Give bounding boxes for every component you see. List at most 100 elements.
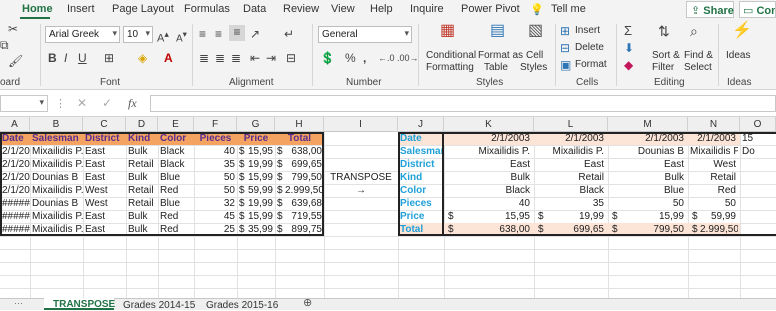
left-table-cell[interactable]: 25 bbox=[194, 223, 237, 236]
tab-home[interactable]: Home bbox=[22, 3, 53, 15]
delete-cells-button[interactable]: ⊟ Delete bbox=[560, 41, 612, 55]
add-sheet-icon[interactable]: ⊕ bbox=[303, 298, 312, 309]
right-table-cell[interactable]: 15 bbox=[740, 132, 776, 145]
left-table-cell[interactable]: 15,99 bbox=[245, 210, 275, 223]
format-as-table-button[interactable]: ▤ Format as Table bbox=[478, 22, 523, 74]
column-header[interactable]: G bbox=[237, 117, 275, 132]
tab-insert[interactable]: Insert bbox=[67, 3, 95, 15]
percent-icon[interactable]: % bbox=[345, 51, 356, 65]
decrease-indent-icon[interactable]: ⇤ bbox=[250, 51, 260, 65]
left-table-cell[interactable]: Black bbox=[158, 145, 194, 158]
left-table-cell[interactable]: 719,55 bbox=[283, 210, 324, 223]
right-table-cell[interactable]: Bulk bbox=[444, 171, 532, 184]
left-table-cell[interactable]: East bbox=[83, 210, 126, 223]
accounting-format-icon[interactable]: 💲 bbox=[320, 51, 335, 65]
increase-decimal-icon[interactable]: ←.0 bbox=[378, 51, 395, 65]
increase-font-icon[interactable]: A▴ bbox=[157, 27, 169, 46]
right-table-cell[interactable]: Dounias B bbox=[608, 145, 686, 158]
find-select-button[interactable]: ⌕ Find & Select bbox=[682, 22, 713, 74]
left-table-cell[interactable]: Mixailidis P. bbox=[30, 184, 83, 197]
align-bottom-icon[interactable]: ≡ bbox=[229, 25, 245, 41]
right-table-cell[interactable]: 15,99 bbox=[618, 210, 686, 223]
right-table-cell[interactable]: 799,50 bbox=[618, 223, 686, 236]
left-table-cell[interactable]: ######## bbox=[0, 223, 30, 236]
transpose-label[interactable]: TRANSPOSE bbox=[324, 171, 398, 184]
right-table-row-label[interactable]: District bbox=[398, 158, 444, 171]
right-table-cell[interactable]: 40 bbox=[444, 197, 532, 210]
left-table-cell[interactable]: 15,99 bbox=[245, 171, 275, 184]
sheet-tab-grades-2014-15[interactable]: Grades 2014-15 bbox=[123, 300, 195, 311]
left-table-cell[interactable]: Bulk bbox=[126, 223, 158, 236]
right-table-cell[interactable]: 699,65 bbox=[544, 223, 606, 236]
cut-icon[interactable]: ✂ bbox=[8, 22, 18, 36]
sort-filter-button[interactable]: ⇅ Sort & Filter bbox=[650, 22, 680, 74]
decrease-decimal-icon[interactable]: .00→ bbox=[397, 51, 419, 65]
right-table-cell[interactable]: Black bbox=[444, 184, 532, 197]
right-table-cell[interactable]: Bulk bbox=[608, 171, 686, 184]
format-painter-icon[interactable]: 🖌 bbox=[8, 54, 23, 68]
italic-icon[interactable]: I bbox=[64, 51, 67, 65]
share-button[interactable]: ⇪ Share bbox=[686, 1, 734, 18]
right-table-row-label[interactable]: Salesman bbox=[398, 145, 444, 158]
left-table-cell[interactable]: Black bbox=[158, 158, 194, 171]
left-table-cell[interactable]: East bbox=[83, 158, 126, 171]
column-header[interactable]: B bbox=[30, 117, 83, 132]
right-table-cell[interactable] bbox=[740, 197, 776, 210]
fill-icon[interactable]: ⬇ bbox=[624, 41, 634, 55]
left-table-cell[interactable]: Dounias B bbox=[30, 197, 83, 210]
right-table-cell[interactable]: 638,00 bbox=[454, 223, 532, 236]
right-table-cell[interactable]: Mixailidis P. bbox=[688, 145, 738, 158]
left-table-cell[interactable]: West bbox=[83, 184, 126, 197]
column-header[interactable]: E bbox=[158, 117, 194, 132]
right-table-row-label[interactable]: Date bbox=[398, 132, 444, 145]
left-table-cell[interactable]: 50 bbox=[194, 171, 237, 184]
column-header[interactable]: J bbox=[398, 117, 444, 132]
right-table-cell[interactable] bbox=[740, 184, 776, 197]
column-header[interactable]: I bbox=[324, 117, 398, 132]
right-table-cell[interactable]: 2/1/2003 bbox=[688, 132, 738, 145]
left-table-header[interactable]: Color bbox=[158, 132, 194, 145]
left-table-cell[interactable]: 15,95 bbox=[245, 145, 275, 158]
orientation-icon[interactable]: ↗ bbox=[250, 27, 260, 41]
left-table-cell[interactable]: East bbox=[83, 145, 126, 158]
right-table-cell[interactable]: West bbox=[688, 158, 738, 171]
comma-style-icon[interactable]: , bbox=[363, 51, 366, 65]
right-table-cell[interactable]: 2.999,50 bbox=[698, 223, 738, 236]
right-table-cell[interactable]: 35 bbox=[534, 197, 606, 210]
merge-center-icon[interactable]: ⊟ bbox=[286, 51, 296, 65]
left-table-cell[interactable]: 799,50 bbox=[283, 171, 324, 184]
tab-data[interactable]: Data bbox=[243, 3, 266, 15]
right-table-cell[interactable]: Red bbox=[688, 184, 738, 197]
transpose-arrow[interactable]: → bbox=[324, 184, 398, 197]
name-box[interactable]: ▾ bbox=[0, 95, 48, 112]
right-table-cell[interactable]: 59,99 bbox=[698, 210, 738, 223]
right-table-cell[interactable]: 50 bbox=[688, 197, 738, 210]
left-table-cell[interactable]: West bbox=[83, 197, 126, 210]
tab-power-pivot[interactable]: Power Pivot bbox=[461, 3, 520, 15]
left-table-header[interactable]: Kind bbox=[126, 132, 158, 145]
column-header[interactable]: M bbox=[608, 117, 688, 132]
cancel-icon[interactable]: ✕ bbox=[77, 96, 87, 110]
left-table-cell[interactable]: 2/1/2003 bbox=[0, 145, 30, 158]
left-table-cell[interactable]: 45 bbox=[194, 210, 237, 223]
left-table-header[interactable]: Date bbox=[0, 132, 30, 145]
column-header[interactable]: O bbox=[740, 117, 776, 132]
copy-icon[interactable]: ⧉ bbox=[0, 38, 9, 52]
left-table-cell[interactable]: Mixailidis P. bbox=[30, 158, 83, 171]
right-table-cell[interactable]: 2/1/2003 bbox=[608, 132, 686, 145]
left-table-cell[interactable]: Red bbox=[158, 184, 194, 197]
bold-icon[interactable]: B bbox=[48, 51, 57, 65]
insert-function-icon[interactable]: fx bbox=[128, 96, 137, 111]
right-table-cell[interactable]: Retail bbox=[688, 171, 738, 184]
align-left-icon[interactable]: ≣ bbox=[199, 51, 209, 65]
tab-view[interactable]: View bbox=[331, 3, 355, 15]
right-table-cell[interactable] bbox=[740, 210, 776, 223]
right-table-cell[interactable]: Mixailidis P. bbox=[534, 145, 606, 158]
right-table-cell[interactable]: Mixailidis P. bbox=[444, 145, 532, 158]
enter-icon[interactable]: ✓ bbox=[102, 96, 112, 110]
fill-color-icon[interactable]: ◈ bbox=[138, 51, 147, 65]
right-table-cell[interactable]: Retail bbox=[534, 171, 606, 184]
tell-me-search[interactable]: Tell me bbox=[551, 3, 586, 15]
left-table-cell[interactable]: 32 bbox=[194, 197, 237, 210]
align-middle-icon[interactable]: ≡ bbox=[215, 27, 222, 41]
